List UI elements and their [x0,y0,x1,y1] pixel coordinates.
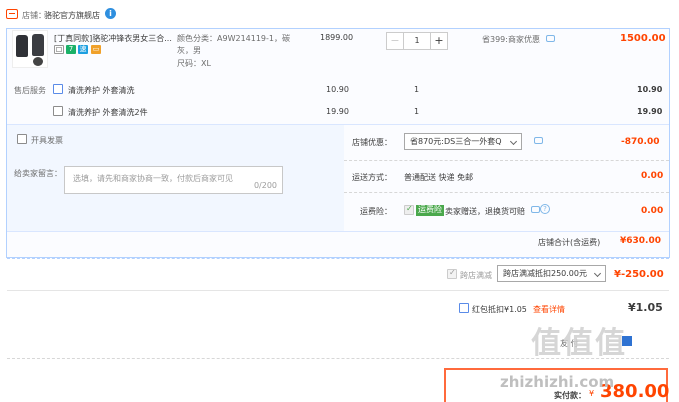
service-badges: ☐ 7 速 ▭ [54,45,114,56]
chevron-down-icon [593,269,602,278]
shipping-amount: 0.00 [641,171,664,181]
service-name-1: 清洗养护 外套清洗 [68,86,135,95]
shipping-value: 普通配送 快递 免邮 [404,173,474,182]
badge-speed-icon: 速 [78,45,88,54]
watermark-url: zhizhizhi.com [500,373,615,391]
unit-price: 1899.00 [320,33,354,42]
divider [7,258,669,259]
insurance-chat-icon[interactable] [531,206,540,213]
attr-color-value: A9W214119-1，碳灰，男 [177,34,290,55]
cross-store-checkbox[interactable]: ✓ [447,268,457,279]
shop-label: 店铺： [22,11,46,20]
badge-1-icon: ☐ [54,45,64,54]
jacket-thumb-2 [32,34,44,56]
badge-7day-icon: 7 [66,45,76,54]
service-qty-2: 1 [414,107,420,116]
service-checkbox-2[interactable] [53,106,63,116]
service-qty-1: 1 [414,85,420,94]
cross-store-amount: ¥-250.00 [614,269,664,280]
plus-icon[interactable]: + [430,32,448,50]
after-sales-label: 售后服务 [14,86,46,95]
quantity-input[interactable]: 1 [403,32,431,50]
insurance-amount: 0.00 [641,206,664,216]
memo-textarea[interactable]: 选填，请先和商家协商一致，付款后商家可见 0/200 [64,166,283,194]
quantity-stepper[interactable]: − 1 + [386,32,450,50]
divider [344,160,669,161]
divider [344,192,669,193]
service-total-2: 19.90 [637,107,663,116]
service-checkbox-1[interactable] [53,84,63,94]
shop-discount-label: 店铺优惠： [352,138,392,147]
promo-text: 省399:商家优惠 [482,35,540,44]
divider [7,231,669,232]
red-packet-checkbox[interactable] [459,303,469,313]
shop-header: 店铺： 骆驼官方旗舰店 i [0,0,679,28]
minus-icon[interactable]: − [386,32,404,50]
insurance-tag: 运费险 [416,205,444,216]
cross-store-value: 跨店满减抵扣250.00元 [503,269,587,278]
invoice-checkbox[interactable] [17,134,27,144]
red-packet-amount: ¥1.05 [628,301,663,314]
shop-discount-value: 省870元:DS三合一外套Q [410,137,502,146]
service-price-1: 10.90 [326,85,349,94]
store-total-amount: ¥630.00 [620,236,661,246]
insurance-label: 运费险： [360,207,392,216]
red-packet-detail-link[interactable]: 查看详情 [533,304,565,315]
discount-chat-icon[interactable] [534,137,543,144]
product-title-link[interactable]: [丁真同款]骆驼冲锋衣男女三合... [54,33,172,44]
chat-icon[interactable] [546,35,555,42]
info-icon[interactable]: i [105,8,116,19]
service-name-2: 清洗养护 外套清洗2件 [68,108,148,117]
shop-icon [6,9,18,19]
watermark-logo: 值值值 [531,326,627,361]
item-subtotal: 1500.00 [620,33,666,44]
insurance-checkbox: ✓ [404,204,414,215]
chevron-down-icon [509,137,518,146]
jacket-thumb-3 [33,57,43,66]
divider [7,290,669,291]
memo-counter: 0/200 [253,181,277,190]
cross-store-select[interactable]: 跨店满减抵扣250.00元 [497,265,606,282]
invoice-label: 开具发票 [31,136,63,145]
service-price-2: 19.90 [326,107,349,116]
insurance-text: 卖家赠送，退换货可赔 [445,207,525,216]
attr-size: 尺码：XL [177,59,211,68]
service-total-1: 10.90 [637,85,663,94]
store-total-label: 店铺合计(含运费) [538,238,601,247]
shop-name-link[interactable]: 骆驼官方旗舰店 [44,10,100,21]
jacket-thumb-1 [16,35,28,57]
red-packet-label: 红包抵扣¥1.05 [472,305,527,314]
shop-discount-select[interactable]: 省870元:DS三合一外套Q [404,133,522,150]
memo-label: 给卖家留言： [14,169,62,178]
badge-card-icon: ▭ [91,45,101,54]
memo-placeholder: 选填，请先和商家协商一致，付款后商家可见 [73,174,233,183]
shop-discount-amount: -870.00 [621,137,660,147]
shipping-label: 运送方式： [352,173,392,182]
product-image[interactable] [12,30,48,68]
pay-label: 实付款： [554,391,586,400]
help-icon[interactable]: ? [540,204,550,214]
cross-store-label: 跨店满减 [460,271,492,280]
